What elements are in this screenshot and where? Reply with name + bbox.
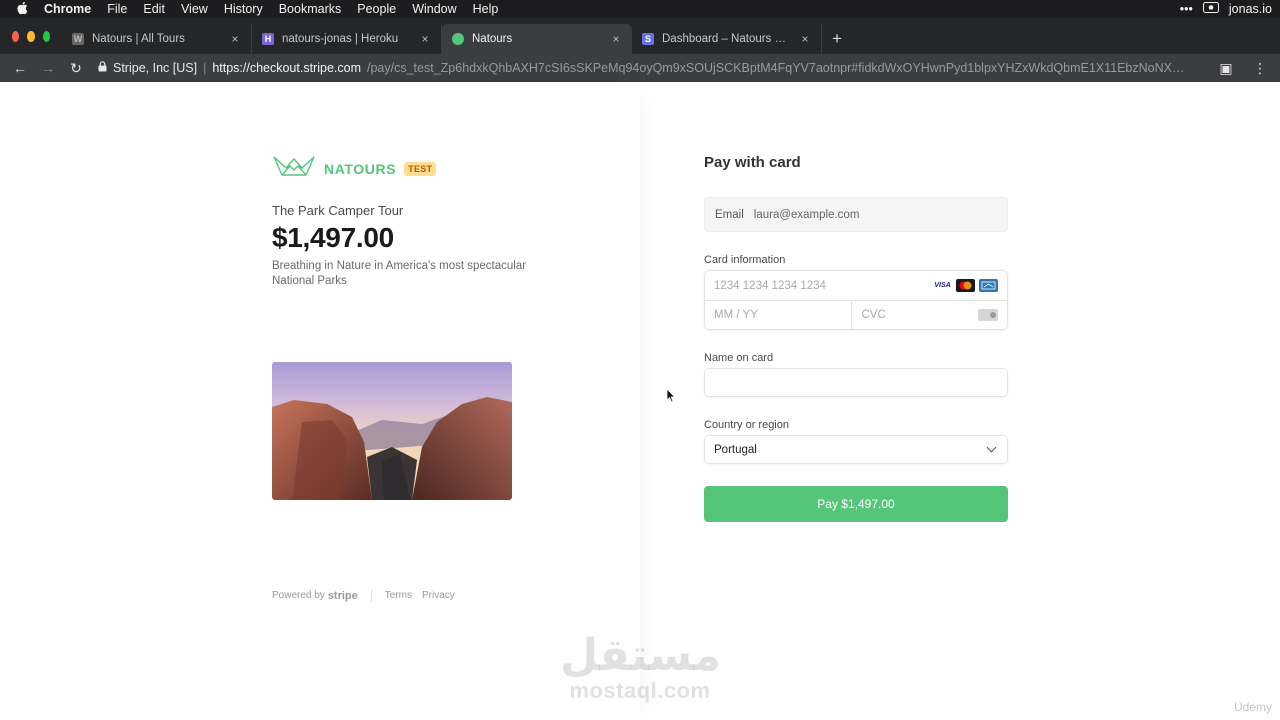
omnibox-separator: |	[203, 61, 207, 75]
more-icon[interactable]: •••	[1180, 2, 1193, 16]
browser-tab[interactable]: Hnatours-jonas | Heroku ×	[252, 24, 442, 54]
card-expiry-cvc-row: MM / YY CVC	[705, 300, 1007, 330]
powered-by-label: Powered by	[272, 590, 325, 601]
card-number-input[interactable]: 1234 1234 1234 1234 VISA	[705, 271, 1007, 300]
product-price: $1,497.00	[272, 222, 394, 253]
menu-file[interactable]: File	[107, 2, 127, 16]
privacy-link[interactable]: Privacy	[422, 590, 455, 601]
footer-divider	[370, 589, 372, 602]
menu-people[interactable]: People	[357, 2, 396, 16]
browser-tab[interactable]: S Dashboard – Natours – Stripe ×	[632, 24, 822, 54]
email-value: laura@example.com	[753, 208, 860, 221]
tab-close-icon[interactable]: ×	[229, 32, 241, 46]
url-path: /pay/cs_test_Zp6hdxkQhbAXH7cSI6sSKPeMq94…	[367, 61, 1194, 75]
window-controls	[0, 18, 62, 54]
email-field[interactable]: Email laura@example.com	[704, 197, 1008, 232]
mastercard-icon	[956, 279, 975, 292]
tab-favicon-icon	[452, 33, 464, 45]
menu-window[interactable]: Window	[412, 2, 456, 16]
tab-close-icon[interactable]: ×	[799, 32, 811, 46]
minimize-window-button[interactable]	[27, 30, 35, 42]
email-label: Email	[715, 208, 744, 221]
tab-favicon-icon: W	[72, 33, 84, 45]
screen-record-icon[interactable]	[1202, 2, 1219, 16]
tour-image	[272, 362, 512, 500]
zoom-window-button[interactable]	[42, 30, 50, 42]
tab-title: natours-jonas | Heroku	[282, 33, 399, 45]
menu-edit[interactable]: Edit	[143, 2, 165, 16]
browser-tab[interactable]: W Natours | All Tours ×	[62, 24, 252, 54]
country-value: Portugal	[714, 443, 757, 456]
payment-form: Pay with card Email laura@example.com Ca…	[704, 154, 1008, 522]
product-name: The Park Camper Tour	[272, 203, 404, 218]
card-information-label: Card information	[704, 254, 786, 266]
menu-app-chrome[interactable]: Chrome	[44, 2, 91, 16]
lock-icon[interactable]	[98, 61, 107, 75]
tab-favicon-icon: S	[642, 33, 654, 45]
udemy-watermark: Udemy	[1233, 700, 1272, 714]
brand-name: NATOURS	[324, 160, 397, 177]
natours-logo-icon	[272, 154, 316, 183]
form-title: Pay with card	[704, 154, 801, 171]
product-description: Breathing in Nature in America's most sp…	[272, 260, 527, 287]
menu-history[interactable]: History	[224, 2, 263, 16]
card-expiry-input[interactable]: MM / YY	[714, 301, 851, 330]
card-brands: VISA	[933, 279, 998, 292]
menu-view[interactable]: View	[181, 2, 208, 16]
amex-icon	[979, 279, 998, 292]
apple-icon[interactable]	[16, 1, 30, 18]
url-host: https://checkout.stripe.com	[212, 61, 361, 75]
test-mode-badge: TEST	[404, 161, 437, 176]
pay-button[interactable]: Pay $1,497.00	[704, 486, 1008, 522]
profile-icon[interactable]: ▣	[1214, 57, 1238, 79]
brand-header: NATOURS TEST	[272, 154, 437, 183]
tab-title: Dashboard – Natours – Stripe	[662, 33, 791, 45]
checkout-footer: Powered by stripe Terms Privacy	[272, 589, 465, 602]
browser-tab[interactable]: Natours ×	[442, 24, 632, 54]
mouse-cursor-icon	[666, 388, 676, 408]
tab-close-icon[interactable]: ×	[419, 32, 431, 46]
new-tab-button[interactable]: +	[822, 24, 852, 54]
card-expiry-placeholder: MM / YY	[714, 309, 758, 321]
country-label: Country or region	[704, 419, 789, 431]
menubar-user[interactable]: jonas.io	[1229, 2, 1272, 16]
cvc-card-icon	[978, 309, 998, 321]
address-bar[interactable]: Stripe, Inc [US] | https://checkout.stri…	[92, 57, 1200, 79]
macos-menubar: Chrome File Edit View History Bookmarks …	[0, 0, 1280, 18]
checkout-page: NATOURS TEST The Park Camper Tour $1,497…	[0, 82, 1280, 720]
card-cvc-placeholder: CVC	[861, 309, 886, 321]
visa-icon: VISA	[934, 282, 951, 289]
card-cvc-input[interactable]: CVC	[850, 300, 998, 330]
menu-bookmarks[interactable]: Bookmarks	[279, 2, 342, 16]
order-summary-pane: NATOURS TEST The Park Camper Tour $1,497…	[0, 82, 640, 720]
tab-strip: W Natours | All Tours × Hnatours-jonas | He…	[0, 18, 1280, 54]
terms-link[interactable]: Terms	[385, 590, 412, 601]
chevron-down-icon	[986, 442, 997, 453]
tab-title: Natours	[472, 33, 513, 45]
reload-button[interactable]: ↻	[64, 57, 88, 79]
menu-help[interactable]: Help	[473, 2, 499, 16]
card-number-placeholder: 1234 1234 1234 1234	[714, 279, 826, 292]
tab-close-icon[interactable]: ×	[610, 32, 622, 46]
browser-toolbar: ← → ↻ Stripe, Inc [US] | https://checkou…	[0, 54, 1280, 82]
card-information-group: 1234 1234 1234 1234 VISA MM / YY CVC	[704, 270, 1008, 330]
stripe-link[interactable]: stripe	[328, 590, 358, 602]
site-identity[interactable]: Stripe, Inc [US]	[113, 61, 197, 75]
tab-title: Natours | All Tours	[92, 33, 185, 45]
country-select[interactable]: Portugal	[704, 435, 1008, 464]
chrome-menu-icon[interactable]: ⋮	[1248, 57, 1272, 79]
close-window-button[interactable]	[12, 30, 20, 42]
back-button[interactable]: ←	[8, 57, 32, 79]
tab-favicon-icon: H	[262, 33, 274, 45]
name-on-card-input[interactable]	[704, 368, 1008, 397]
forward-button[interactable]: →	[36, 57, 60, 79]
name-on-card-label: Name on card	[704, 352, 774, 364]
